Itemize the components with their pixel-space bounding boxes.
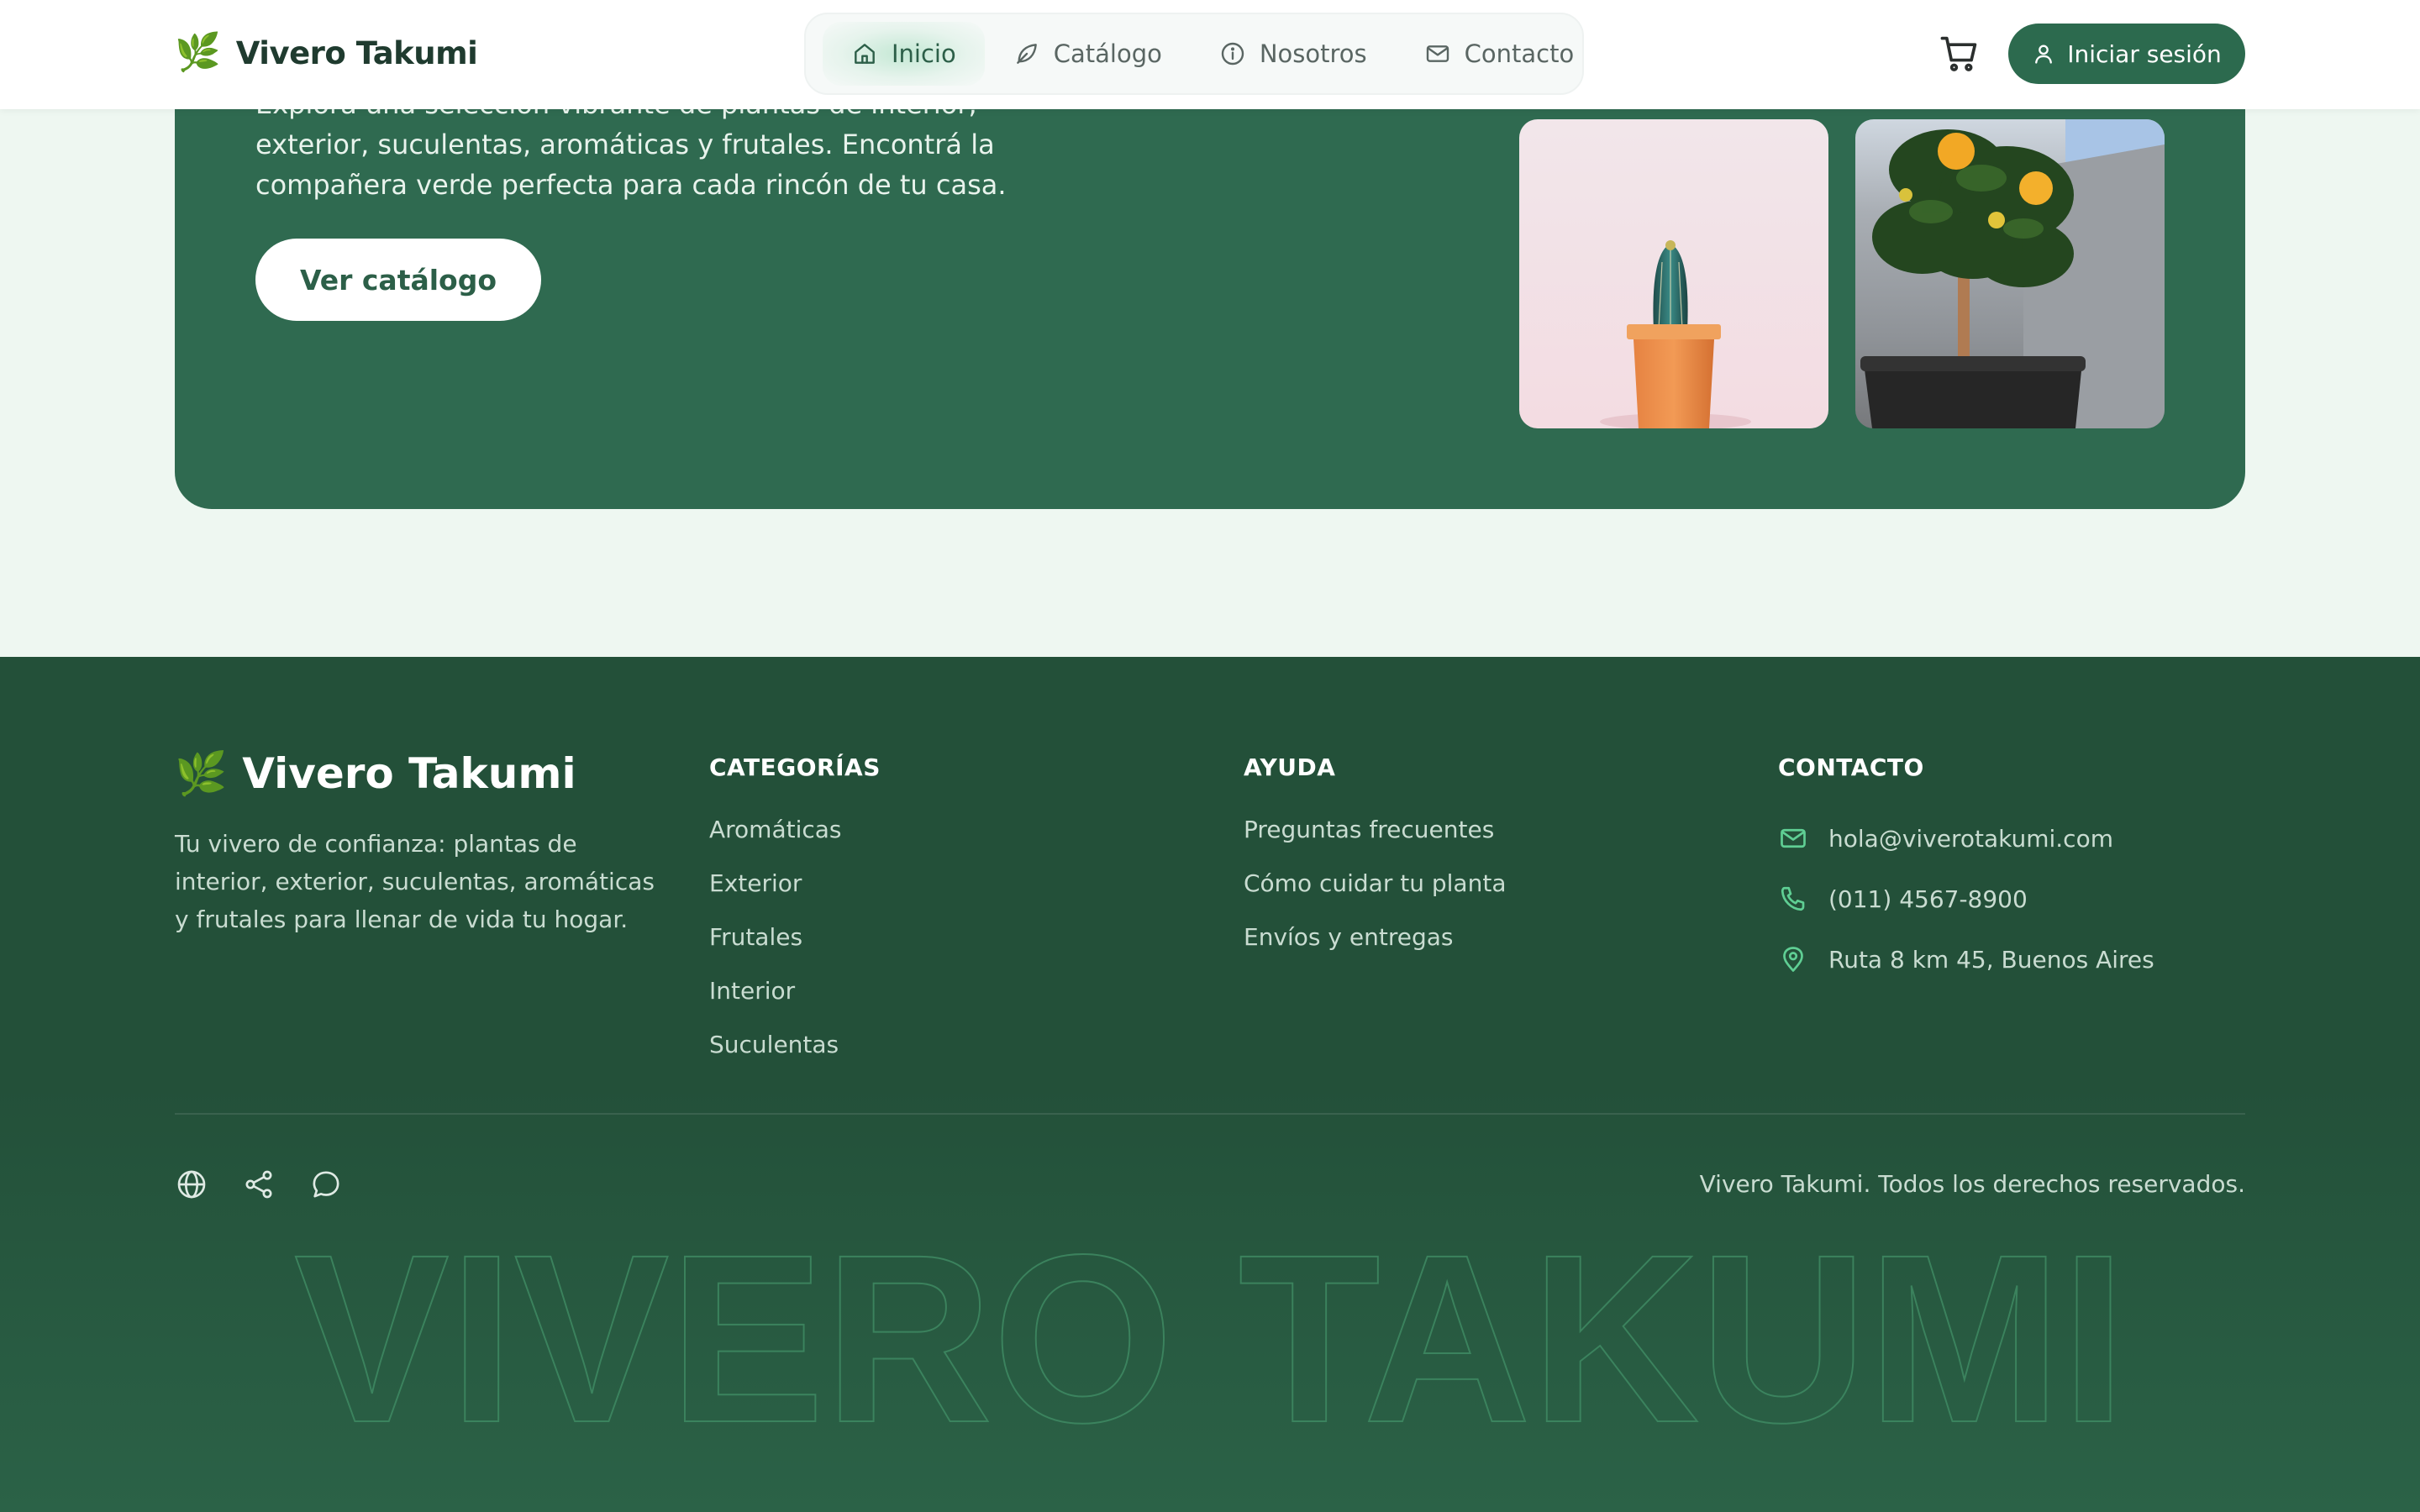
- watermark-text: VIVERO TAKUMI: [294, 1211, 2126, 1473]
- view-catalog-button[interactable]: Ver catálogo: [255, 239, 541, 321]
- footer-description: Tu vivero de confianza: plantas de inter…: [175, 830, 655, 933]
- brand-watermark: VIVERO TAKUMI: [293, 1211, 2127, 1473]
- footer-help: AYUDA Preguntas frecuentes Cómo cuidar t…: [1244, 749, 1506, 974]
- main-nav: Inicio Catálogo Nosotros Contacto: [804, 13, 1584, 95]
- nav-item-catalogo[interactable]: Catálogo: [985, 22, 1191, 86]
- footer-brand-name: Vivero Takumi: [242, 749, 576, 798]
- lemon-tree-image: [1855, 119, 2165, 428]
- cart-icon: [1940, 36, 1977, 71]
- footer-brand[interactable]: 🌿 Vivero Takumi: [175, 749, 576, 798]
- login-label: Iniciar sesión: [2067, 39, 2222, 68]
- globe-icon[interactable]: [175, 1168, 208, 1201]
- chat-icon[interactable]: [309, 1168, 343, 1201]
- category-link[interactable]: Suculentas: [709, 1028, 881, 1082]
- nav-label: Contacto: [1464, 39, 1575, 68]
- cart-button[interactable]: [1938, 32, 1981, 76]
- contact-title: CONTACTO: [1778, 753, 1924, 781]
- nav-item-inicio[interactable]: Inicio: [823, 22, 985, 86]
- site-footer: 🌿 Vivero Takumi Tu vivero de confianza: …: [0, 657, 2420, 1512]
- nav-item-contacto[interactable]: Contacto: [1396, 22, 1603, 86]
- nav-item-nosotros[interactable]: Nosotros: [1191, 22, 1396, 86]
- mail-icon: [1781, 828, 1806, 848]
- mail-icon: [1426, 45, 1449, 62]
- help-link[interactable]: Cómo cuidar tu planta: [1244, 867, 1506, 921]
- help-link[interactable]: Envíos y entregas: [1244, 921, 1506, 974]
- contact-address-text: Ruta 8 km 45, Buenos Aires: [1828, 945, 2154, 974]
- category-link[interactable]: Exterior: [709, 867, 881, 921]
- category-link[interactable]: Aromáticas: [709, 813, 881, 867]
- leaf-logo-icon: 🌿: [175, 749, 228, 798]
- nav-label: Catálogo: [1053, 39, 1162, 68]
- info-icon: [1221, 42, 1244, 66]
- contact-address[interactable]: Ruta 8 km 45, Buenos Aires: [1778, 929, 2154, 990]
- help-link[interactable]: Preguntas frecuentes: [1244, 813, 1506, 867]
- brand-logo[interactable]: 🌿 Vivero Takumi: [175, 31, 478, 74]
- nav-label: Inicio: [892, 39, 956, 68]
- social-links: [175, 1168, 343, 1201]
- cactus-image: [1519, 119, 1828, 428]
- contact-phone[interactable]: (011) 4567-8900: [1778, 869, 2154, 929]
- leaf-logo-icon: 🌿: [175, 31, 221, 74]
- nav-label: Nosotros: [1259, 39, 1367, 68]
- category-link[interactable]: Interior: [709, 974, 881, 1028]
- user-icon: [2035, 45, 2053, 64]
- contact-email[interactable]: hola@viverotakumi.com: [1778, 808, 2154, 869]
- map-pin-icon: [1783, 947, 1803, 972]
- share-icon[interactable]: [242, 1168, 276, 1201]
- footer-categories: CATEGORÍAS Aromáticas Exterior Frutales …: [709, 749, 881, 1082]
- contact-email-text: hola@viverotakumi.com: [1828, 824, 2113, 853]
- top-navbar: 🌿 Vivero Takumi Inicio Catálogo Nosotros: [0, 0, 2420, 109]
- home-icon: [855, 44, 875, 64]
- footer-divider: [175, 1113, 2245, 1115]
- contact-phone-text: (011) 4567-8900: [1828, 885, 2028, 913]
- phone-icon: [1781, 886, 1805, 911]
- login-button[interactable]: Iniciar sesión: [2008, 24, 2245, 84]
- copyright-text: Vivero Takumi. Todos los derechos reserv…: [1699, 1170, 2245, 1198]
- categories-title: CATEGORÍAS: [709, 753, 881, 781]
- leaf-icon: [1016, 44, 1037, 64]
- brand-name: Vivero Takumi: [235, 34, 478, 71]
- help-title: AYUDA: [1244, 753, 1336, 781]
- category-link[interactable]: Frutales: [709, 921, 881, 974]
- footer-contact: CONTACTO hola@viverotakumi.com (011) 456…: [1778, 749, 2154, 990]
